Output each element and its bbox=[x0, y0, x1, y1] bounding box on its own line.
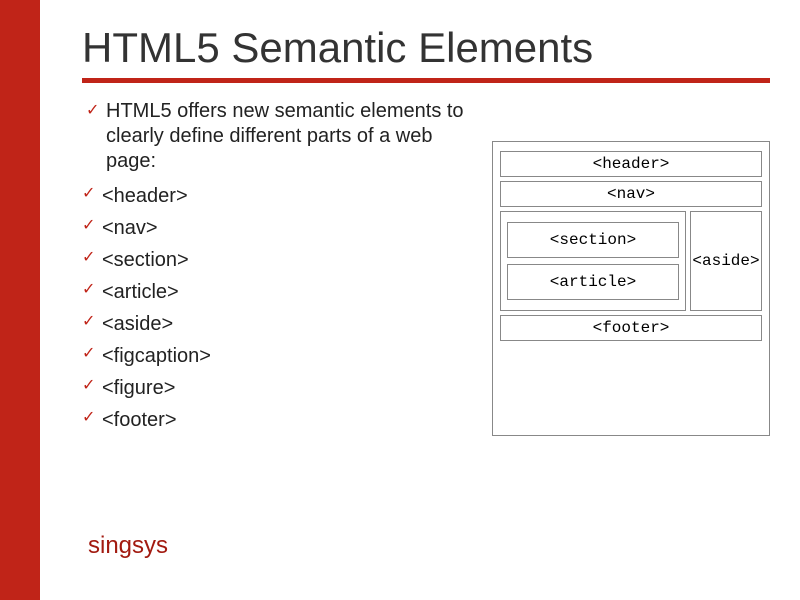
list-item: ✓ <figcaption> bbox=[82, 340, 468, 372]
diagram-aside: <aside> bbox=[690, 211, 762, 311]
diagram-header: <header> bbox=[500, 151, 762, 177]
diagram-middle: <section> <article> <aside> bbox=[500, 211, 762, 311]
tag-label: <article> bbox=[102, 281, 179, 303]
tag-label: <footer> bbox=[102, 409, 177, 431]
slide: HTML5 Semantic Elements ✓ HTML5 offers n… bbox=[0, 0, 800, 600]
check-icon: ✓ bbox=[82, 405, 95, 431]
list-item: ✓ <nav> bbox=[82, 212, 468, 244]
diagram-footer: <footer> bbox=[500, 315, 762, 341]
layout-diagram: <header> <nav> <section> <article> <asid… bbox=[492, 141, 770, 436]
check-icon: ✓ bbox=[86, 101, 99, 121]
check-icon: ✓ bbox=[82, 341, 95, 367]
tag-label: <aside> bbox=[102, 313, 173, 335]
check-icon: ✓ bbox=[82, 213, 95, 239]
content-area: ✓ HTML5 offers new semantic elements to … bbox=[88, 99, 770, 436]
diagram-main-column: <section> <article> bbox=[500, 211, 686, 311]
diagram-section: <section> bbox=[507, 222, 679, 258]
list-item: ✓ <article> bbox=[82, 276, 468, 308]
tag-label: <figcaption> bbox=[102, 345, 211, 367]
title-underline bbox=[82, 78, 770, 83]
left-column: ✓ HTML5 offers new semantic elements to … bbox=[88, 99, 468, 436]
list-item: ✓ <aside> bbox=[82, 308, 468, 340]
tag-list: ✓ <header> ✓ <nav> ✓ <section> ✓ <article> ✓… bbox=[82, 180, 468, 436]
intro-body: HTML5 offers new semantic elements to cl… bbox=[106, 100, 464, 172]
tag-label: <header> bbox=[102, 185, 188, 207]
check-icon: ✓ bbox=[82, 277, 95, 303]
check-icon: ✓ bbox=[82, 373, 95, 399]
brand-logo: singsys bbox=[88, 532, 168, 560]
tag-label: <figure> bbox=[102, 377, 175, 399]
diagram-nav: <nav> bbox=[500, 181, 762, 207]
check-icon: ✓ bbox=[82, 245, 95, 271]
tag-label: <nav> bbox=[102, 217, 158, 239]
list-item: ✓ <footer> bbox=[82, 404, 468, 436]
sidebar-accent bbox=[0, 0, 40, 600]
tag-label: <section> bbox=[102, 249, 189, 271]
intro-text: ✓ HTML5 offers new semantic elements to … bbox=[94, 99, 468, 174]
list-item: ✓ <section> bbox=[82, 244, 468, 276]
list-item: ✓ <figure> bbox=[82, 372, 468, 404]
diagram-article: <article> bbox=[507, 264, 679, 300]
check-icon: ✓ bbox=[82, 181, 95, 207]
slide-title: HTML5 Semantic Elements bbox=[82, 24, 770, 72]
check-icon: ✓ bbox=[82, 309, 95, 335]
list-item: ✓ <header> bbox=[82, 180, 468, 212]
